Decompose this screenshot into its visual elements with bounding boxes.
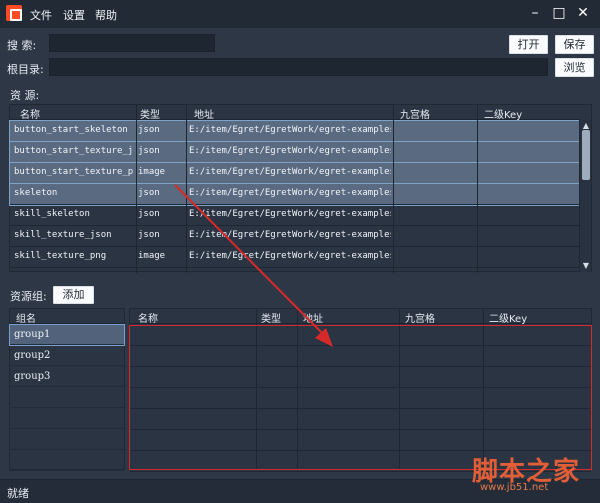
header-group-name[interactable]: 组名 <box>16 310 36 325</box>
browse-button[interactable]: 浏览 <box>555 58 594 77</box>
maximize-button[interactable]: □ <box>549 3 569 23</box>
group-item[interactable]: group1 <box>9 324 125 346</box>
group-resources-table: 名称 类型 地址 九宫格 二级Key <box>129 308 592 472</box>
cell-address: E:/item/Egret/EgretWork/egret-examples/C <box>189 146 391 156</box>
resources-table-header: 名称 类型 地址 九宫格 二级Key <box>10 105 580 121</box>
cell-type: json <box>138 125 160 135</box>
scroll-up-icon[interactable]: ▲ <box>582 122 590 130</box>
cell-name: skill_skeleton <box>14 209 90 219</box>
table-row[interactable]: skeleton json E:/item/Egret/EgretWork/egre… <box>9 183 581 206</box>
add-group-button[interactable]: 添加 <box>53 286 94 304</box>
maximize-icon: □ <box>552 5 566 21</box>
cell-address: E:/item/Egret/EgretWork/egret-examples/C <box>189 188 391 198</box>
group-empty-row <box>10 409 124 429</box>
cell-name: skill_texture_json <box>14 230 112 240</box>
root-dir-label: 根目录: <box>7 63 44 76</box>
close-button[interactable]: ✕ <box>573 3 593 23</box>
cell-address: E:/item/Egret/EgretWork/egret-examples/C <box>189 209 391 219</box>
column-divider <box>483 309 484 469</box>
column-divider <box>399 309 400 469</box>
column-divider <box>256 309 257 469</box>
header-ninegrid[interactable]: 九宫格 <box>400 106 430 121</box>
cell-address: E:/item/Egret/EgretWork/egret-examples/C <box>189 251 391 261</box>
header-subkey[interactable]: 二级Key <box>484 106 522 121</box>
empty-table-row <box>130 451 591 472</box>
table-row[interactable]: skill_skeleton json E:/item/Egret/EgretWor… <box>10 205 580 226</box>
cell-type: json <box>138 230 160 240</box>
status-bar: 就绪 <box>0 479 600 503</box>
groups-title: 资源组: <box>10 290 47 303</box>
cell-name: button_start_skeleton <box>14 125 128 135</box>
cell-name: button_start_texture_pn <box>14 167 134 177</box>
empty-table-row <box>130 346 591 367</box>
cell-type: json <box>138 146 160 156</box>
groups-list: 组名 group1 group2 group3 <box>9 308 125 471</box>
cell-type: image <box>138 251 166 261</box>
search-label: 搜 索: <box>7 39 37 52</box>
scroll-down-icon[interactable]: ▼ <box>582 262 590 270</box>
table-row[interactable]: skill_texture_png image E:/item/Egret/Egre… <box>10 247 580 268</box>
resources-table: 名称 类型 地址 九宫格 二级Key button_start_skeleton… <box>9 104 592 273</box>
header-type[interactable]: 类型 <box>261 310 281 325</box>
menu-help[interactable]: 帮助 <box>95 7 117 23</box>
cell-type: json <box>138 209 160 219</box>
cell-name: skeleton <box>14 188 58 198</box>
empty-table-row <box>130 388 591 409</box>
root-dir-input[interactable] <box>49 58 548 76</box>
resources-scrollbar[interactable]: ▲ ▼ <box>579 120 591 272</box>
header-address[interactable]: 地址 <box>303 310 323 325</box>
header-address[interactable]: 地址 <box>194 106 214 121</box>
scroll-thumb[interactable] <box>582 130 590 180</box>
empty-table-row <box>130 367 591 388</box>
group-empty-row <box>10 430 124 450</box>
column-divider <box>477 105 478 273</box>
empty-table-row <box>130 430 591 451</box>
menu-settings[interactable]: 设置 <box>63 7 85 23</box>
group-item[interactable]: group2 <box>10 346 124 366</box>
header-type[interactable]: 类型 <box>140 106 160 121</box>
title-menu-bar: 文件 设置 帮助 – □ ✕ <box>0 0 600 28</box>
groups-list-header: 组名 <box>10 309 124 325</box>
empty-table-row <box>130 325 591 346</box>
group-empty-row <box>10 388 124 408</box>
cell-name: skill_texture_png <box>14 251 107 261</box>
group-item[interactable]: group3 <box>10 367 124 387</box>
group-resources-header: 名称 类型 地址 九宫格 二级Key <box>130 309 591 325</box>
cell-type: image <box>138 167 166 177</box>
column-divider <box>186 105 187 273</box>
resources-title: 资 源: <box>10 89 40 102</box>
header-name[interactable]: 名称 <box>138 310 158 325</box>
cell-address: E:/item/Egret/EgretWork/egret-examples/C <box>189 167 391 177</box>
header-ninegrid[interactable]: 九宫格 <box>405 310 435 325</box>
empty-table-row <box>130 409 591 430</box>
app-logo-icon <box>6 5 22 21</box>
table-row[interactable]: button_start_texture_js json E:/item/Egret… <box>9 141 581 164</box>
menu-file[interactable]: 文件 <box>30 7 52 23</box>
table-row[interactable]: button_start_skeleton json E:/item/Egret/E… <box>9 120 581 143</box>
column-divider <box>136 105 137 273</box>
cell-type: json <box>138 188 160 198</box>
header-subkey[interactable]: 二级Key <box>489 310 527 325</box>
egret-resource-editor-window: 文件 设置 帮助 – □ ✕ 搜 索: 打开 保存 根目录: 浏览 资 源: 名… <box>0 0 600 503</box>
cell-name: button_start_texture_js <box>14 146 134 156</box>
group-empty-row <box>10 451 124 471</box>
minimize-button[interactable]: – <box>525 3 545 23</box>
table-row[interactable]: skill_texture_json json E:/item/Egret/Egre… <box>10 226 580 247</box>
column-divider <box>393 105 394 273</box>
column-divider <box>297 309 298 469</box>
cell-address: E:/item/Egret/EgretWork/egret-examples/C <box>189 125 391 135</box>
search-input[interactable] <box>49 34 215 52</box>
status-text: 就绪 <box>7 487 29 500</box>
table-row[interactable]: button_start_texture_pn image E:/item/Egre… <box>9 162 581 185</box>
close-icon: ✕ <box>577 5 589 21</box>
minimize-icon: – <box>531 5 539 21</box>
cell-address: E:/item/Egret/EgretWork/egret-examples/C <box>189 230 391 240</box>
save-button[interactable]: 保存 <box>555 35 594 54</box>
header-name[interactable]: 名称 <box>20 106 40 121</box>
open-button[interactable]: 打开 <box>509 35 548 54</box>
